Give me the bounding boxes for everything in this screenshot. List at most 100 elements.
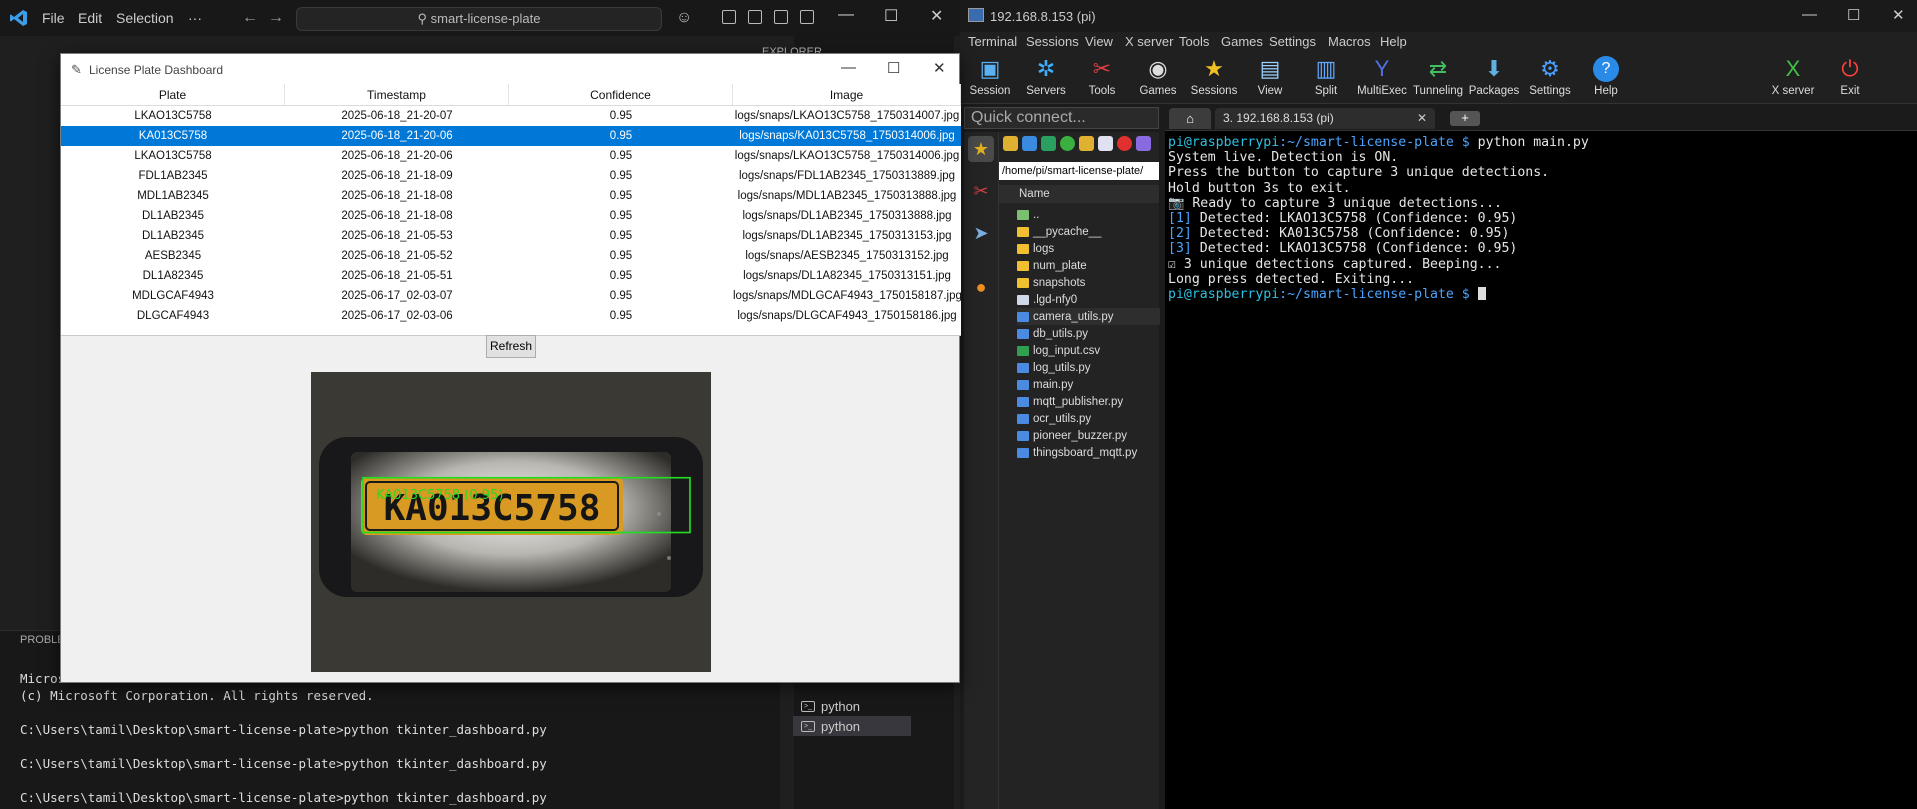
- refresh-icon[interactable]: [1060, 136, 1075, 151]
- toolbar-button-view[interactable]: ▤ View: [1242, 54, 1298, 97]
- file-item[interactable]: .lgd-nfy0: [1017, 291, 1160, 308]
- forward-arrow-icon[interactable]: →: [268, 9, 284, 27]
- file-item[interactable]: mqtt_publisher.py: [1017, 393, 1160, 410]
- table-row[interactable]: AESB2345 2025-06-18_21-05-52 0.95 logs/snap…: [61, 246, 961, 266]
- maximize-icon[interactable]: ☐: [1847, 6, 1860, 24]
- new-tab-icon[interactable]: +: [1450, 111, 1480, 126]
- toolbar-button-multiexec[interactable]: Y MultiExec: [1354, 54, 1410, 97]
- file-item[interactable]: ocr_utils.py: [1017, 410, 1160, 427]
- table-row[interactable]: FDL1AB2345 2025-06-18_21-18-09 0.95 logs/sn…: [61, 166, 961, 186]
- column-header-plate[interactable]: Plate: [61, 84, 285, 105]
- file-item[interactable]: main.py: [1017, 376, 1160, 393]
- menu-settings[interactable]: Settings: [1269, 34, 1316, 49]
- toolbar-button-help[interactable]: ? Help: [1578, 54, 1634, 97]
- close-tab-icon[interactable]: ✕: [1417, 108, 1427, 129]
- minimize-icon[interactable]: —: [1802, 6, 1817, 23]
- file-item[interactable]: log_input.csv: [1017, 342, 1160, 359]
- menu-macros[interactable]: Macros: [1328, 34, 1371, 49]
- terminal-line: Micros: [20, 671, 66, 686]
- toolbar-button-settings[interactable]: ⚙ Settings: [1522, 54, 1578, 97]
- ssh-terminal[interactable]: pi@raspberrypi:~/smart-license-plate $ p…: [1165, 130, 1917, 809]
- toolbar-button-session[interactable]: ▣ Session: [962, 54, 1018, 97]
- send-icon[interactable]: ➤: [968, 220, 994, 246]
- file-item[interactable]: num_plate: [1017, 257, 1160, 274]
- file-item[interactable]: pioneer_buzzer.py: [1017, 427, 1160, 444]
- menu-file[interactable]: File: [42, 10, 65, 26]
- home-tab-icon[interactable]: ⌂: [1169, 108, 1211, 129]
- column-header-image[interactable]: Image: [733, 84, 961, 105]
- file-item[interactable]: ..: [1017, 206, 1160, 223]
- new-folder-icon[interactable]: [1079, 136, 1094, 151]
- menu-sessions[interactable]: Sessions: [1026, 34, 1079, 49]
- sessions-star-icon[interactable]: ★: [968, 136, 994, 162]
- toolbar-button-x-server[interactable]: X X server: [1765, 54, 1821, 97]
- copilot-icon[interactable]: ☺: [676, 9, 692, 27]
- menu-edit[interactable]: Edit: [78, 10, 102, 26]
- name-column-header[interactable]: Name: [999, 185, 1159, 203]
- terminal-instance[interactable]: >_ python: [793, 696, 911, 716]
- toolbar-button-exit[interactable]: ⏻ Exit: [1822, 54, 1878, 97]
- file-item[interactable]: db_utils.py: [1017, 325, 1160, 342]
- quick-connect-input[interactable]: Quick connect...: [964, 107, 1159, 129]
- session-tab[interactable]: 3. 192.168.8.153 (pi) ✕: [1215, 108, 1435, 129]
- sftp-path-field[interactable]: /home/pi/smart-license-plate/: [999, 162, 1159, 180]
- terminal-instance-list: >_ python >_ python: [793, 696, 911, 736]
- menu-terminal[interactable]: Terminal: [968, 34, 1017, 49]
- menu-help[interactable]: Help: [1380, 34, 1407, 49]
- table-row[interactable]: DL1A82345 2025-06-18_21-05-51 0.95 logs/sna…: [61, 266, 961, 286]
- layout-toggle-icon[interactable]: [722, 10, 736, 24]
- rename-icon[interactable]: [1136, 136, 1151, 151]
- toolbar-button-packages[interactable]: ⬇ Packages: [1466, 54, 1522, 97]
- menu-view[interactable]: View: [1085, 34, 1113, 49]
- minimize-icon[interactable]: —: [838, 6, 854, 24]
- toolbar-button-sessions[interactable]: ★ Sessions: [1186, 54, 1242, 97]
- tools-icon[interactable]: ✂: [968, 178, 994, 204]
- close-icon[interactable]: ✕: [1892, 6, 1905, 24]
- column-header-timestamp[interactable]: Timestamp: [285, 84, 509, 105]
- primary-sidebar-toggle-icon[interactable]: [748, 10, 762, 24]
- menu-xserver[interactable]: X server: [1125, 34, 1173, 49]
- table-row[interactable]: DLGCAF4943 2025-06-17_02-03-06 0.95 logs/sn…: [61, 306, 961, 326]
- delete-icon[interactable]: [1117, 136, 1132, 151]
- maximize-icon[interactable]: ☐: [887, 59, 900, 77]
- table-row[interactable]: MDL1AB2345 2025-06-18_21-18-08 0.95 logs/sn…: [61, 186, 961, 206]
- file-item[interactable]: camera_utils.py: [1017, 308, 1160, 325]
- maximize-icon[interactable]: ☐: [884, 6, 898, 26]
- back-arrow-icon[interactable]: ←: [242, 9, 258, 27]
- toolbar-button-servers[interactable]: ✲ Servers: [1018, 54, 1074, 97]
- file-item[interactable]: snapshots: [1017, 274, 1160, 291]
- table-row[interactable]: MDLGCAF4943 2025-06-17_02-03-07 0.95 logs/s…: [61, 286, 961, 306]
- terminal-instance[interactable]: >_ python: [793, 716, 911, 736]
- toolbar-button-tunneling[interactable]: ⇄ Tunneling: [1410, 54, 1466, 97]
- toolbar-button-games[interactable]: ◉ Games: [1130, 54, 1186, 97]
- menu-tools[interactable]: Tools: [1179, 34, 1209, 49]
- new-file-icon[interactable]: [1098, 136, 1113, 151]
- table-row[interactable]: DL1AB2345 2025-06-18_21-05-53 0.95 logs/sna…: [61, 226, 961, 246]
- table-row[interactable]: LKAO13C5758 2025-06-18_21-20-07 0.95 logs/s…: [61, 106, 961, 126]
- toolbar-button-split[interactable]: ▥ Split: [1298, 54, 1354, 97]
- up-folder-icon[interactable]: [1003, 136, 1018, 151]
- upload-icon[interactable]: [1041, 136, 1056, 151]
- table-row[interactable]: KA013C5758 2025-06-18_21-20-06 0.95 logs/sn…: [61, 126, 961, 146]
- close-icon[interactable]: ✕: [933, 59, 946, 77]
- refresh-button[interactable]: Refresh: [486, 335, 536, 358]
- column-header-confidence[interactable]: Confidence: [509, 84, 733, 105]
- command-center-search[interactable]: ⚲ smart-license-plate: [296, 7, 662, 31]
- secondary-sidebar-toggle-icon[interactable]: [800, 10, 814, 24]
- file-item[interactable]: thingsboard_mqtt.py: [1017, 444, 1160, 461]
- panel-header[interactable]: PROBLE: [20, 634, 65, 646]
- file-item[interactable]: logs: [1017, 240, 1160, 257]
- sftp-icon[interactable]: ●: [968, 274, 994, 300]
- table-row[interactable]: LKAO13C5758 2025-06-18_21-20-06 0.95 logs/s…: [61, 146, 961, 166]
- file-item[interactable]: log_utils.py: [1017, 359, 1160, 376]
- menu-games[interactable]: Games: [1221, 34, 1263, 49]
- download-icon[interactable]: [1022, 136, 1037, 151]
- menu-selection[interactable]: Selection: [116, 10, 174, 26]
- minimize-icon[interactable]: —: [841, 59, 856, 76]
- file-item[interactable]: __pycache__: [1017, 223, 1160, 240]
- menu-more[interactable]: ···: [188, 10, 202, 26]
- toolbar-button-tools[interactable]: ✂ Tools: [1074, 54, 1130, 97]
- table-row[interactable]: DL1AB2345 2025-06-18_21-18-08 0.95 logs/sna…: [61, 206, 961, 226]
- close-icon[interactable]: ✕: [930, 6, 943, 26]
- panel-toggle-icon[interactable]: [774, 10, 788, 24]
